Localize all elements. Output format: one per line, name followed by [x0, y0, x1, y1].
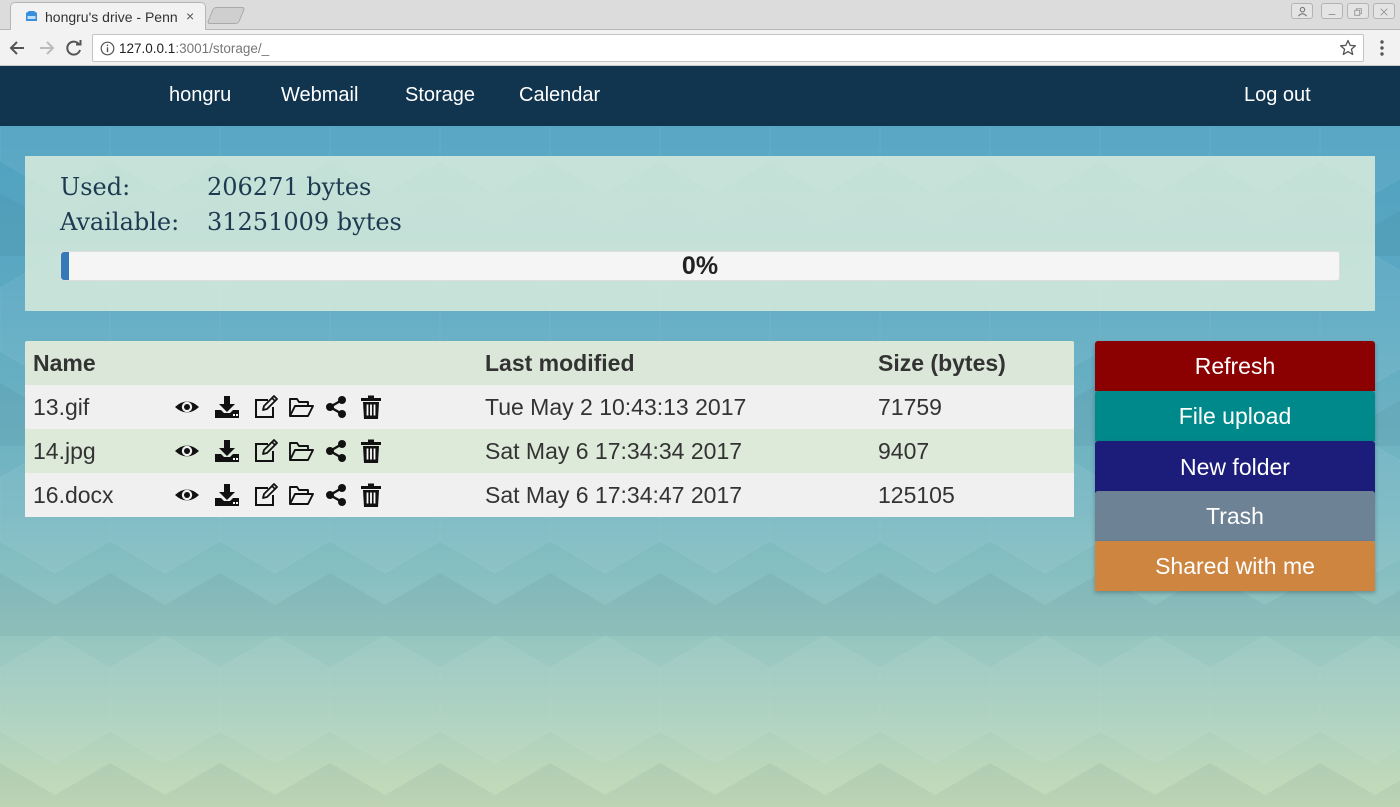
column-header-modified[interactable]: Last modified [485, 350, 635, 377]
file-modified: Sat May 6 17:34:47 2017 [485, 482, 743, 508]
usage-progress-text: 0% [681, 252, 719, 280]
minimize-window-icon[interactable] [1321, 3, 1343, 19]
restore-window-icon[interactable] [1347, 3, 1369, 19]
available-label: Available: [60, 208, 180, 236]
browser-tab-strip: hongru's drive - Penn × [0, 0, 1400, 30]
forward-arrow-icon[interactable] [35, 37, 57, 59]
share-icon[interactable] [323, 439, 349, 463]
file-name[interactable]: 14.jpg [33, 438, 96, 465]
new-tab-button[interactable] [206, 7, 246, 24]
used-label: Used: [60, 173, 131, 201]
usage-progress-bar: 0% [60, 251, 1340, 281]
nav-calendar-link[interactable]: Calendar [519, 84, 600, 107]
folder-open-icon[interactable] [288, 395, 314, 419]
tab-title: hongru's drive - Penn [45, 9, 178, 25]
drive-favicon-icon [26, 11, 37, 21]
url-host: 127.0.0.1 [119, 41, 176, 56]
trash-icon[interactable] [358, 395, 384, 419]
file-upload-button[interactable]: File upload [1095, 391, 1375, 441]
top-navbar: hongru Webmail Storage Calendar Log out [0, 66, 1400, 126]
download-icon[interactable] [214, 483, 240, 507]
page: hongru Webmail Storage Calendar Log out … [0, 66, 1400, 807]
nav-storage-link[interactable]: Storage [405, 84, 475, 107]
file-size: 9407 [878, 438, 930, 464]
browser-menu-icon[interactable] [1375, 39, 1389, 57]
file-size: 125105 [878, 482, 955, 508]
edit-icon[interactable] [253, 439, 279, 463]
available-value: 31251009 bytes [207, 208, 402, 236]
browser-tab[interactable]: hongru's drive - Penn × [10, 2, 206, 30]
file-row[interactable]: 14.jpg Sat May 6 17:34:34 2017 9407 [25, 429, 1074, 473]
download-icon[interactable] [214, 439, 240, 463]
tab-close-icon[interactable]: × [186, 8, 194, 24]
eye-icon[interactable] [174, 439, 200, 463]
file-size: 71759 [878, 394, 942, 420]
address-bar[interactable]: 127.0.0.1:3001/storage/_ [92, 34, 1364, 62]
storage-quota-panel: Used: 206271 bytes Available: 31251009 b… [25, 156, 1375, 311]
edit-icon[interactable] [253, 483, 279, 507]
used-value: 206271 bytes [207, 173, 372, 201]
nav-user-link[interactable]: hongru [169, 84, 231, 107]
file-table-header: Name Last modified Size (bytes) [25, 341, 1074, 385]
new-folder-button[interactable]: New folder [1095, 441, 1375, 493]
folder-open-icon[interactable] [288, 483, 314, 507]
eye-icon[interactable] [174, 395, 200, 419]
reload-icon[interactable] [63, 37, 85, 59]
file-row[interactable]: 13.gif Tue May 2 10:43:13 2017 71759 [25, 385, 1074, 429]
file-row[interactable]: 16.docx Sat May 6 17:34:47 2017 125105 [25, 473, 1074, 517]
nav-webmail-link[interactable]: Webmail [281, 84, 358, 107]
folder-open-icon[interactable] [288, 439, 314, 463]
back-arrow-icon[interactable] [7, 37, 29, 59]
column-header-name[interactable]: Name [33, 350, 96, 377]
column-header-size[interactable]: Size (bytes) [878, 350, 1006, 377]
shared-with-me-button[interactable]: Shared with me [1095, 541, 1375, 591]
url-path: :3001/storage/_ [175, 41, 270, 56]
info-icon[interactable] [100, 41, 115, 56]
download-icon[interactable] [214, 395, 240, 419]
trash-icon[interactable] [358, 483, 384, 507]
edit-icon[interactable] [253, 395, 279, 419]
share-icon[interactable] [323, 483, 349, 507]
file-modified: Sat May 6 17:34:34 2017 [485, 438, 743, 464]
file-table: Name Last modified Size (bytes) 13.gif Tu… [25, 341, 1074, 517]
refresh-button[interactable]: Refresh [1095, 341, 1375, 391]
profile-icon[interactable] [1291, 3, 1313, 19]
file-name[interactable]: 13.gif [33, 394, 89, 421]
share-icon[interactable] [323, 395, 349, 419]
close-window-icon[interactable] [1373, 3, 1395, 19]
eye-icon[interactable] [174, 483, 200, 507]
url-text: 127.0.0.1:3001/storage/_ [119, 41, 269, 56]
file-name[interactable]: 16.docx [33, 482, 114, 509]
trash-button[interactable]: Trash [1095, 491, 1375, 541]
bookmark-star-icon[interactable] [1339, 39, 1357, 57]
browser-toolbar: 127.0.0.1:3001/storage/_ [0, 30, 1400, 66]
trash-icon[interactable] [358, 439, 384, 463]
logout-link[interactable]: Log out [1244, 84, 1311, 107]
file-modified: Tue May 2 10:43:13 2017 [485, 394, 747, 420]
